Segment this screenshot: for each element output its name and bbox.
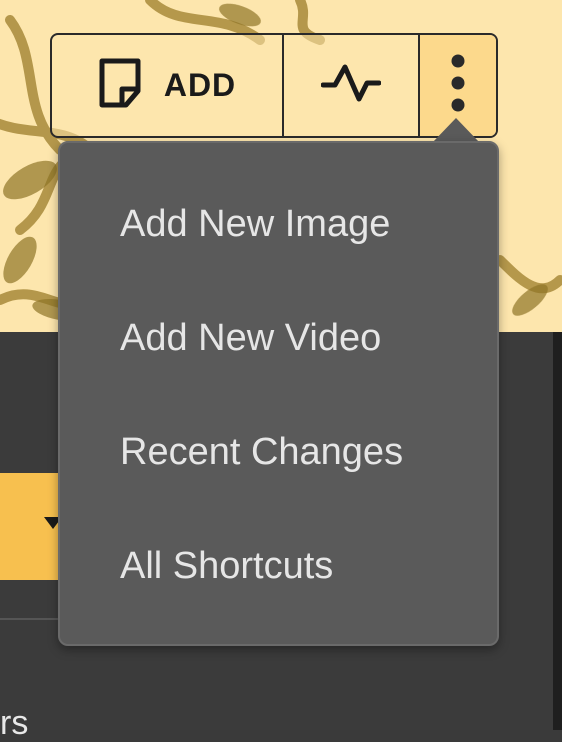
add-button-label: ADD <box>163 67 237 103</box>
add-button[interactable]: ADD <box>52 35 284 136</box>
activity-button[interactable] <box>284 35 420 136</box>
menu-item-recent-changes[interactable]: Recent Changes <box>120 430 403 474</box>
page-toolbar: ADD <box>50 33 498 138</box>
menu-item-all-shortcuts[interactable]: All Shortcuts <box>120 544 333 588</box>
more-options-menu: Add New Image Add New Video Recent Chang… <box>58 141 499 646</box>
sticky-note-icon <box>98 57 142 114</box>
more-vertical-icon <box>448 53 468 118</box>
menu-item-add-new-image[interactable]: Add New Image <box>120 202 390 246</box>
activity-pulse-icon <box>320 63 382 108</box>
page-edge <box>553 332 562 730</box>
partial-label: rs <box>0 704 29 742</box>
menu-pointer-arrow <box>432 118 480 143</box>
menu-item-add-new-video[interactable]: Add New Video <box>120 316 381 360</box>
